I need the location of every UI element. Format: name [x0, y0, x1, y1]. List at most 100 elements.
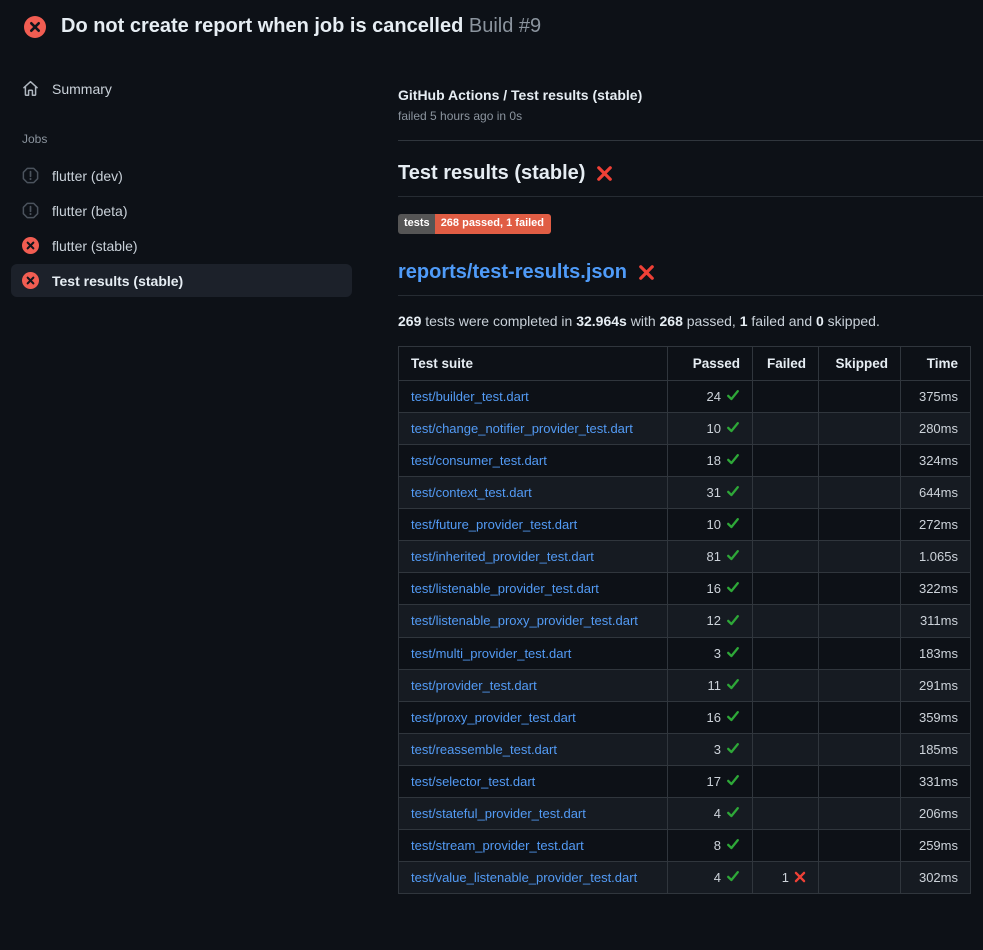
time-cell: 311ms [901, 605, 971, 637]
table-row: test/listenable_proxy_provider_test.dart… [399, 605, 971, 637]
table-header-row: Test suitePassedFailedSkippedTime [399, 347, 971, 381]
column-header-skipped: Skipped [819, 347, 901, 381]
suite-cell: test/selector_test.dart [399, 765, 668, 797]
suite-link[interactable]: test/listenable_provider_test.dart [411, 581, 599, 596]
suite-link[interactable]: test/future_provider_test.dart [411, 517, 577, 532]
suite-link[interactable]: test/stateful_provider_test.dart [411, 806, 586, 821]
skipped-cell [819, 829, 901, 861]
suite-link[interactable]: test/value_listenable_provider_test.dart [411, 870, 637, 885]
sidebar-item-job-1[interactable]: flutter (beta) [11, 194, 352, 227]
passed-cell-count: 3 [714, 646, 721, 661]
suite-cell: test/listenable_provider_test.dart [399, 573, 668, 605]
suite-link[interactable]: test/reassemble_test.dart [411, 742, 557, 757]
check-icon [726, 580, 740, 597]
passed-cell: 18 [668, 445, 753, 477]
tests-badge-value: 268 passed, 1 failed [435, 214, 551, 234]
column-header-failed: Failed [753, 347, 819, 381]
test-results-table: Test suitePassedFailedSkippedTime test/b… [398, 346, 971, 894]
failed-cell [753, 701, 819, 733]
jobs-list: flutter (dev) flutter (beta) flutter (st… [11, 159, 398, 297]
cancelled-octagon-icon [22, 202, 39, 219]
suite-cell: test/inherited_provider_test.dart [399, 541, 668, 573]
check-icon [726, 484, 740, 501]
time-cell: 291ms [901, 669, 971, 701]
page-title: Do not create report when job is cancell… [61, 15, 541, 38]
main-content: GitHub Actions / Test results (stable) f… [398, 50, 983, 894]
suite-cell: test/context_test.dart [399, 477, 668, 509]
tests-badge-label: tests [398, 214, 435, 234]
cancelled-octagon-icon [22, 167, 39, 184]
sidebar-item-job-0[interactable]: flutter (dev) [11, 159, 352, 192]
run-meta: failed 5 hours ago in 0s [398, 109, 983, 123]
table-row: test/multi_provider_test.dart3 183ms [399, 637, 971, 669]
passed-cell: 10 [668, 413, 753, 445]
summary-part: skipped. [824, 313, 880, 329]
suite-link[interactable]: test/stream_provider_test.dart [411, 838, 584, 853]
passed-cell-count: 16 [707, 581, 721, 596]
sidebar-item-job-2[interactable]: flutter (stable) [11, 229, 352, 262]
suite-cell: test/consumer_test.dart [399, 445, 668, 477]
passed-cell: 10 [668, 509, 753, 541]
x-icon [794, 871, 806, 886]
sidebar-summary-label: Summary [52, 81, 112, 97]
time-cell: 272ms [901, 509, 971, 541]
jobs-section-label: Jobs [11, 132, 398, 146]
skipped-cell [819, 541, 901, 573]
suite-link[interactable]: test/listenable_proxy_provider_test.dart [411, 613, 638, 628]
failed-cell [753, 829, 819, 861]
sidebar: Summary Jobs flutter (dev) flutter (beta… [0, 50, 398, 299]
skipped-cell [819, 573, 901, 605]
failed-cell-count: 1 [782, 871, 789, 886]
skipped-cell [819, 765, 901, 797]
failed-cell [753, 381, 819, 413]
skipped-cell [819, 797, 901, 829]
divider [398, 140, 983, 141]
suite-link[interactable]: test/selector_test.dart [411, 774, 535, 789]
breadcrumb: GitHub Actions / Test results (stable) [398, 87, 983, 103]
suite-link[interactable]: test/inherited_provider_test.dart [411, 549, 594, 564]
check-icon [726, 420, 740, 437]
build-header: Do not create report when job is cancell… [0, 0, 983, 50]
column-header-time: Time [901, 347, 971, 381]
skipped-cell [819, 413, 901, 445]
check-icon [726, 741, 740, 758]
suite-link[interactable]: test/multi_provider_test.dart [411, 646, 571, 661]
suite-link[interactable]: test/builder_test.dart [411, 389, 529, 404]
failed-cell [753, 637, 819, 669]
time-cell: 324ms [901, 445, 971, 477]
passed-cell: 8 [668, 829, 753, 861]
passed-cell-count: 10 [707, 517, 721, 532]
failed-cell [753, 477, 819, 509]
suite-link[interactable]: test/context_test.dart [411, 485, 532, 500]
check-icon [726, 452, 740, 469]
failed-cell [753, 413, 819, 445]
sidebar-item-summary[interactable]: Summary [11, 72, 352, 105]
passed-cell: 24 [668, 381, 753, 413]
summary-part: tests were completed in [421, 313, 576, 329]
suite-link[interactable]: test/change_notifier_provider_test.dart [411, 421, 633, 436]
summary-part: 32.964s [576, 313, 627, 329]
report-title-link[interactable]: reports/test-results.json [398, 261, 983, 296]
failed-cell [753, 509, 819, 541]
passed-cell: 17 [668, 765, 753, 797]
passed-cell: 31 [668, 477, 753, 509]
suite-link[interactable]: test/proxy_provider_test.dart [411, 710, 576, 725]
passed-cell: 4 [668, 797, 753, 829]
table-row: test/selector_test.dart17 331ms [399, 765, 971, 797]
table-row: test/future_provider_test.dart 10 272ms [399, 509, 971, 541]
tests-badge: tests 268 passed, 1 failed [398, 214, 551, 234]
skipped-cell [819, 605, 901, 637]
suite-cell: test/change_notifier_provider_test.dart [399, 413, 668, 445]
table-row: test/provider_test.dart11 291ms [399, 669, 971, 701]
passed-cell-count: 3 [714, 742, 721, 757]
time-cell: 1.065s [901, 541, 971, 573]
failed-cell [753, 605, 819, 637]
suite-link[interactable]: test/provider_test.dart [411, 678, 537, 693]
sidebar-item-job-3[interactable]: Test results (stable) [11, 264, 352, 297]
passed-cell: 3 [668, 733, 753, 765]
failed-status-icon [24, 16, 46, 38]
table-row: test/value_listenable_provider_test.dart… [399, 861, 971, 893]
skipped-cell [819, 701, 901, 733]
suite-link[interactable]: test/consumer_test.dart [411, 453, 547, 468]
table-row: test/proxy_provider_test.dart16 359ms [399, 701, 971, 733]
